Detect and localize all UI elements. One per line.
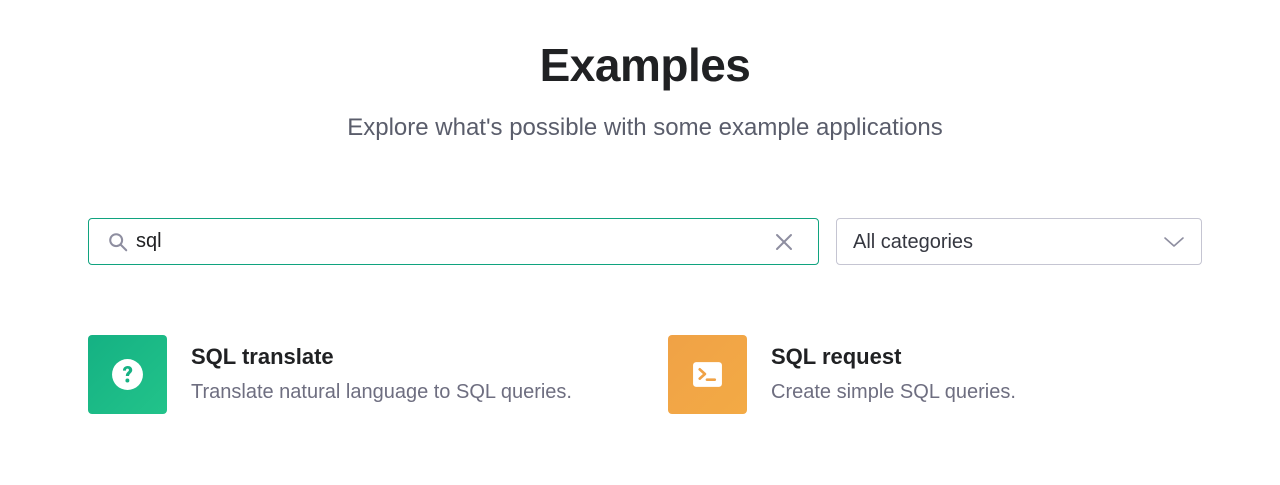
terminal-icon <box>693 362 722 387</box>
example-card-sql-translate[interactable]: SQL translate Translate natural language… <box>88 335 628 415</box>
examples-page: Examples Explore what's possible with so… <box>0 0 1280 485</box>
example-card-icon-tile <box>88 335 167 414</box>
category-select[interactable]: All categories <box>836 218 1202 265</box>
category-select-value: All categories <box>853 231 974 253</box>
search-input[interactable] <box>136 227 756 256</box>
example-card-title: SQL request <box>771 344 902 369</box>
page-subtitle: Explore what's possible with some exampl… <box>347 114 943 141</box>
question-icon <box>112 359 143 390</box>
chevron-down-icon <box>1164 237 1184 247</box>
example-card-title: SQL translate <box>191 344 334 369</box>
search-box[interactable] <box>88 218 819 265</box>
search-icon <box>109 233 128 252</box>
close-icon[interactable] <box>774 232 794 252</box>
example-card-icon-tile <box>668 335 747 414</box>
page-title: Examples <box>539 39 751 91</box>
example-card-sql-request[interactable]: SQL request Create simple SQL queries. <box>668 335 1208 415</box>
example-card-description: Create simple SQL queries. <box>771 381 1016 403</box>
example-card-description: Translate natural language to SQL querie… <box>191 381 572 403</box>
